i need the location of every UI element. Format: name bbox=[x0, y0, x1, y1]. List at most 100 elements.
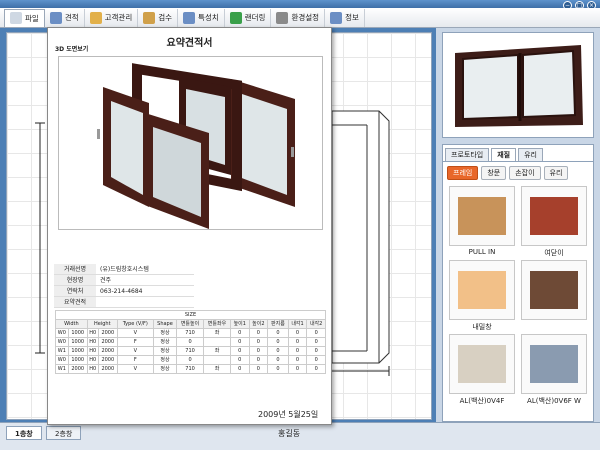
quotation-dialog: 요약견적서 3D 도면보기 거래선명 (유)드림창호시스템 현장명 견주 연락처 063-… bbox=[47, 27, 332, 438]
material-swatch[interactable] bbox=[521, 260, 587, 332]
table-cell: 0 bbox=[306, 328, 326, 338]
material-swatch[interactable]: 내밀창 bbox=[449, 260, 515, 332]
material-swatch[interactable]: AL(백산)0V6F W bbox=[521, 334, 587, 406]
table-cell: 2000 bbox=[97, 337, 118, 347]
table-cell: 710 bbox=[176, 328, 205, 338]
material-swatch[interactable]: PULL IN bbox=[449, 186, 515, 258]
table-cell bbox=[203, 355, 231, 365]
tab-floor-1[interactable]: 1층창 bbox=[6, 426, 42, 440]
toolbar-item-4[interactable]: 특성치 bbox=[178, 8, 225, 27]
material-subtab-0[interactable]: 프레임 bbox=[447, 166, 479, 180]
info-key: 요약견적 bbox=[54, 297, 96, 307]
info-value: 063-214-4684 bbox=[100, 288, 143, 295]
info-key: 연락처 bbox=[54, 286, 96, 296]
info-value: (유)드림창호시스템 bbox=[100, 266, 149, 273]
table-cell: F bbox=[116, 355, 154, 365]
table-cell: 0 bbox=[267, 337, 289, 347]
info-icon bbox=[330, 11, 343, 24]
toolbar-item-2[interactable]: 고객관리 bbox=[85, 8, 139, 27]
table-cell: 0 bbox=[176, 355, 205, 365]
info-key: 거래선명 bbox=[54, 264, 96, 274]
table-cell: 0 bbox=[229, 328, 250, 338]
table-cell: 2000 bbox=[97, 328, 118, 338]
property-tab-2[interactable]: 유리 bbox=[518, 148, 543, 161]
table-cell: 1000 bbox=[67, 337, 88, 347]
swatch-label: PULL IN bbox=[468, 248, 496, 256]
table-cell: V bbox=[116, 328, 154, 338]
gear-icon bbox=[276, 11, 289, 24]
swatch-frame bbox=[449, 334, 515, 394]
table-cell: 0 bbox=[267, 364, 289, 374]
table-cell: 0 bbox=[287, 364, 308, 374]
property-icon bbox=[183, 11, 196, 24]
info-value: 견주 bbox=[100, 277, 112, 284]
title-bar: − □ × bbox=[0, 0, 600, 10]
tab-floor-2[interactable]: 2층창 bbox=[46, 426, 82, 440]
material-subtab-3[interactable]: 유리 bbox=[543, 166, 569, 180]
swatch-label: 내밀창 bbox=[472, 323, 492, 331]
table-cell: W1 bbox=[55, 346, 69, 356]
table-cell: 0 bbox=[306, 346, 326, 356]
table-cell: 710 bbox=[176, 346, 205, 356]
table-caption: SIZE bbox=[55, 310, 326, 320]
table-cell: H0 bbox=[86, 328, 99, 338]
table-cell: 0 bbox=[287, 328, 308, 338]
table-cell bbox=[203, 337, 231, 347]
table-cell: H0 bbox=[86, 346, 99, 356]
inspect-icon bbox=[143, 11, 156, 24]
material-subtab-1[interactable]: 창문 bbox=[481, 166, 507, 180]
table-cell: 0 bbox=[267, 328, 289, 338]
estimate-icon bbox=[49, 11, 62, 24]
toolbar-item-label: 특성치 bbox=[198, 13, 219, 22]
table-cell: V bbox=[116, 364, 154, 374]
toolbar-item-label: 검수 bbox=[158, 13, 173, 22]
material-swatch[interactable]: AL(백산)0V4F bbox=[449, 334, 515, 406]
customer-icon bbox=[89, 11, 102, 24]
table-cell: 0 bbox=[306, 364, 326, 374]
material-swatches: PULL IN 여닫이내밀창 AL(백산)0V4F AL(백산)0V6F W bbox=[443, 184, 593, 408]
table-row: W0 1000 H0 2000 F 정상 0 0 0 0 0 0 bbox=[55, 355, 326, 365]
window-preview bbox=[442, 32, 594, 138]
table-header: Width bbox=[55, 319, 88, 329]
table-cell: 1000 bbox=[67, 355, 88, 365]
customer-info: 거래선명 (유)드림창호시스템 현장명 견주 연락처 063-214-4684 요약견적 bbox=[54, 264, 194, 308]
table-cell: 0 bbox=[176, 337, 205, 347]
table-row: W1 1000 H0 2000 V 정상 710 좌 0 0 0 0 0 bbox=[55, 346, 326, 356]
property-tab-0[interactable]: 프로토타입 bbox=[445, 148, 490, 161]
material-swatch[interactable]: 여닫이 bbox=[521, 186, 587, 258]
main-toolbar: 파일 견적 고객관리 검수 특성치 랜더링 환경설정 정보 bbox=[0, 8, 600, 28]
toolbar-item-label: 환경설정 bbox=[291, 13, 320, 22]
toolbar-item-7[interactable]: 정보 bbox=[325, 8, 365, 27]
table-caption-row: SIZE bbox=[55, 310, 326, 320]
toolbar-item-0[interactable]: 파일 bbox=[4, 8, 45, 27]
swatch-color bbox=[458, 345, 506, 383]
table-cell: 1000 bbox=[67, 346, 88, 356]
swatch-frame bbox=[521, 260, 587, 320]
table-row: W0 1000 H0 2000 V 정상 710 좌 0 0 0 0 0 bbox=[55, 328, 326, 338]
table-cell: H0 bbox=[86, 337, 99, 347]
quotation-table: SIZE Width Height Type (V/F) Shape 변틀높이 변틀좌우 높이… bbox=[55, 310, 326, 374]
table-cell: 0 bbox=[229, 346, 250, 356]
table-cell: 2000 bbox=[97, 355, 118, 365]
toolbar-item-3[interactable]: 검수 bbox=[138, 8, 179, 27]
swatch-color bbox=[530, 197, 578, 235]
table-cell: 정상 bbox=[152, 364, 178, 374]
toolbar-item-6[interactable]: 환경설정 bbox=[271, 8, 326, 27]
material-subtab-2[interactable]: 손잡이 bbox=[509, 166, 541, 180]
swatch-frame bbox=[521, 186, 587, 246]
table-cell: 0 bbox=[248, 355, 269, 365]
file-icon bbox=[10, 12, 22, 24]
table-cell: 0 bbox=[248, 328, 269, 338]
quotation-signer: 홍길동 bbox=[278, 429, 301, 438]
table-cell: 2000 bbox=[97, 346, 118, 356]
property-tab-1[interactable]: 재질 bbox=[491, 148, 517, 161]
toolbar-item-1[interactable]: 견적 bbox=[45, 8, 85, 27]
toolbar-item-5[interactable]: 랜더링 bbox=[225, 8, 272, 27]
toolbar-item-label: 견적 bbox=[64, 13, 79, 22]
swatch-color bbox=[530, 345, 578, 383]
table-cell: 0 bbox=[248, 337, 269, 347]
swatch-label bbox=[521, 322, 587, 332]
table-cell: W0 bbox=[55, 355, 69, 365]
table-cell: W1 bbox=[55, 364, 69, 374]
table-header: Height bbox=[86, 319, 118, 329]
